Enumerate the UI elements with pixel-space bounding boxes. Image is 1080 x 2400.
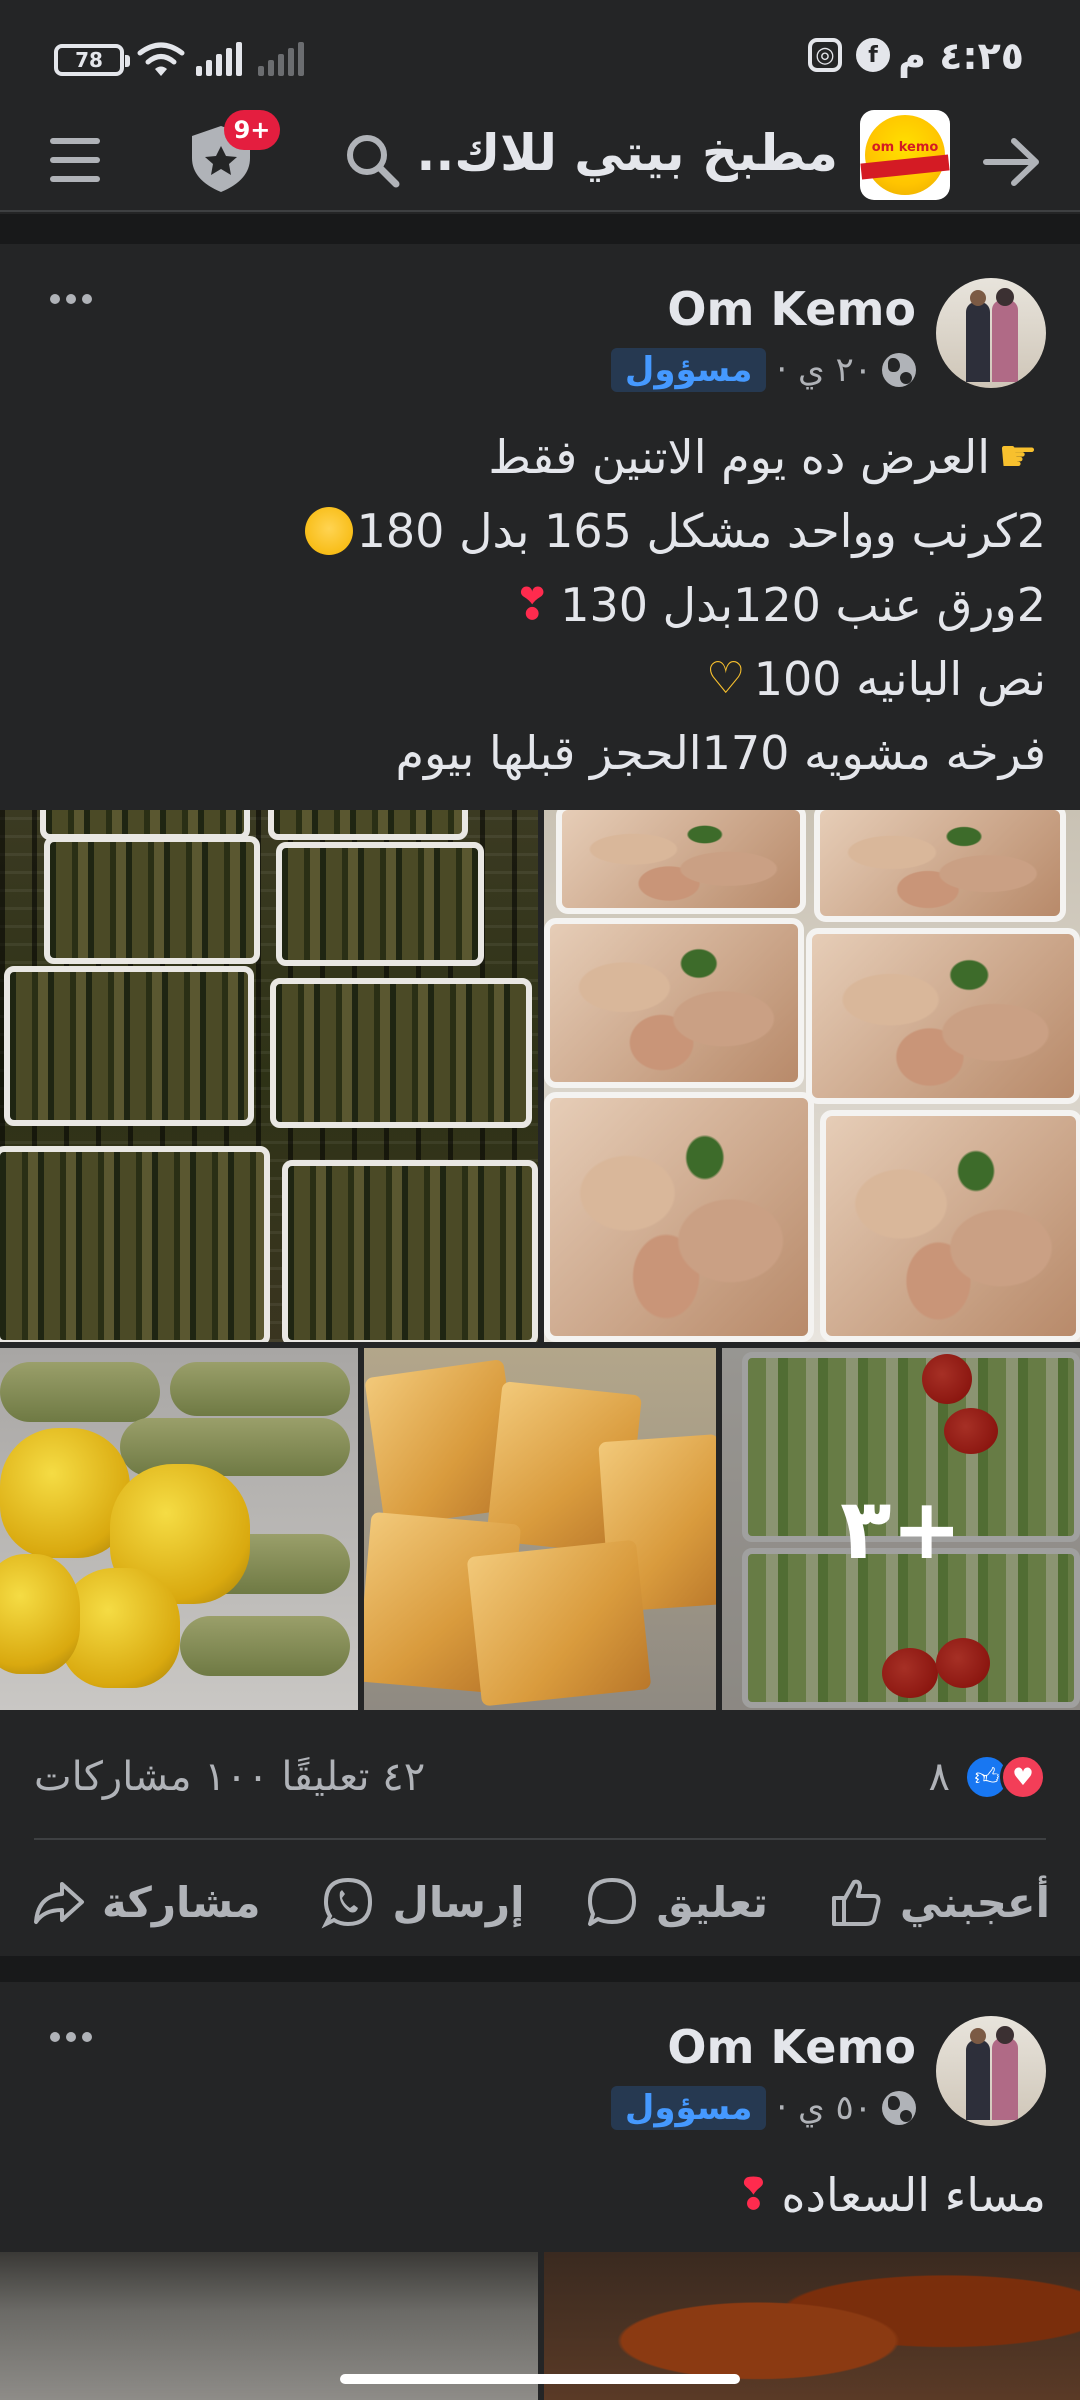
- comment-button[interactable]: تعليق: [584, 1874, 768, 1930]
- signal-secondary-icon: [258, 40, 304, 76]
- home-indicator[interactable]: [340, 2374, 740, 2384]
- instagram-icon: ◎: [808, 38, 842, 72]
- role-badge: مسؤول: [610, 2086, 767, 2130]
- status-notification-icons: ◎ f: [808, 38, 890, 72]
- author-name[interactable]: Om Kemo: [667, 282, 916, 336]
- status-bar: ٤:٢٥ م ◎ f 78: [0, 0, 1080, 110]
- wifi-icon: [137, 42, 185, 76]
- heart-emoji-icon: ❣: [513, 578, 551, 630]
- post-meta: مسؤول ٢٠ ي ·: [610, 348, 916, 392]
- feed-divider: [0, 1956, 1080, 1982]
- post-time[interactable]: ٢٠ ي ·: [776, 350, 872, 390]
- share-button[interactable]: مشاركة: [30, 1874, 261, 1930]
- battery-icon: 78: [54, 44, 130, 76]
- globe-icon: [882, 2091, 916, 2125]
- thumbs-up-icon: [831, 1879, 881, 1926]
- heart-exclamation-icon: ❢: [734, 2168, 772, 2220]
- menu-icon[interactable]: [50, 132, 100, 188]
- facebook-icon: f: [856, 38, 890, 72]
- back-arrow-icon[interactable]: [980, 130, 1044, 194]
- status-time: ٤:٢٥ م: [898, 34, 1024, 78]
- feed-divider: [0, 214, 1080, 244]
- post-line: مساء السعاده❢: [725, 2158, 1046, 2232]
- like-button[interactable]: أعجبني: [828, 1874, 1050, 1930]
- more-options-icon[interactable]: [50, 294, 92, 304]
- post-text: مساء السعاده❢: [725, 2158, 1046, 2232]
- comment-bubble-icon: [588, 1878, 637, 1926]
- heart-hands-emoji-icon: ♡: [706, 652, 746, 704]
- more-photos-count[interactable]: +٣: [722, 1348, 1080, 1710]
- role-badge: مسؤول: [610, 348, 767, 392]
- actions-separator: [34, 1838, 1046, 1840]
- globe-icon: [882, 353, 916, 387]
- post-photo[interactable]: [0, 1348, 358, 1710]
- send-button[interactable]: إرسال: [320, 1874, 525, 1930]
- post-line: فرخه مشويه 170الحجز قبلها بيوم: [395, 726, 1047, 780]
- post-photo[interactable]: [544, 810, 1080, 1342]
- group-logo[interactable]: om kemo: [860, 110, 950, 200]
- author-avatar[interactable]: [936, 2016, 1046, 2126]
- post-text: ☛العرض ده يوم الاتنين فقط 2كرنب وواحد مش…: [301, 420, 1046, 790]
- post-card: Om Kemo مسؤول ٥٠ ي · مساء السعاده❢: [0, 1982, 1080, 2252]
- more-options-icon[interactable]: [50, 2032, 92, 2042]
- post-actions: أعجبني تعليق إرسال مشاركة: [0, 1842, 1080, 1962]
- smile-emoji-icon: [304, 506, 353, 555]
- post-line: نص البانيه 100♡: [301, 642, 1046, 716]
- post-photo[interactable]: [0, 810, 538, 1342]
- post-card: Om Kemo مسؤول ٢٠ ي · ☛العرض ده يوم الاتن…: [0, 244, 1080, 1962]
- pointing-hand-icon: ☛: [998, 430, 1038, 482]
- author-name[interactable]: Om Kemo: [667, 2020, 916, 2074]
- post-line: ☛العرض ده يوم الاتنين فقط: [301, 420, 1046, 494]
- group-title[interactable]: مطبخ بيتي للاك...: [418, 124, 838, 182]
- share-arrow-icon: [33, 1882, 84, 1924]
- signal-icon: [196, 40, 242, 76]
- post-time[interactable]: ٥٠ ي ·: [776, 2088, 872, 2128]
- photo-grid: +٣: [0, 810, 1080, 1710]
- author-avatar[interactable]: [936, 278, 1046, 388]
- post-photo-more[interactable]: +٣: [722, 1348, 1080, 1710]
- reaction-count[interactable]: ٨: [929, 1754, 950, 1800]
- reaction-icons[interactable]: ♥ 👍︎: [964, 1754, 1046, 1800]
- whatsapp-icon: [321, 1877, 373, 1929]
- reaction-bar: ♥ 👍︎ ٨ ٤٢ تعليقًا ١٠٠ مشاركات: [0, 1710, 1080, 1850]
- post-meta: مسؤول ٥٠ ي ·: [610, 2086, 916, 2130]
- search-icon[interactable]: [340, 128, 404, 192]
- love-reaction-icon: ♥: [1000, 1754, 1046, 1800]
- app-header: om kemo مطبخ بيتي للاك... 9+: [0, 110, 1080, 212]
- logo-badge-icon: om kemo: [860, 115, 950, 195]
- notification-badge: 9+: [224, 110, 280, 150]
- post-line: 2كرنب وواحد مشكل 165 بدل 180: [301, 494, 1046, 568]
- post-photo[interactable]: [364, 1348, 716, 1710]
- comments-shares-count[interactable]: ٤٢ تعليقًا ١٠٠ مشاركات: [34, 1754, 425, 1800]
- post-line: 2ورق عنب 120بدل 130❣: [301, 568, 1046, 642]
